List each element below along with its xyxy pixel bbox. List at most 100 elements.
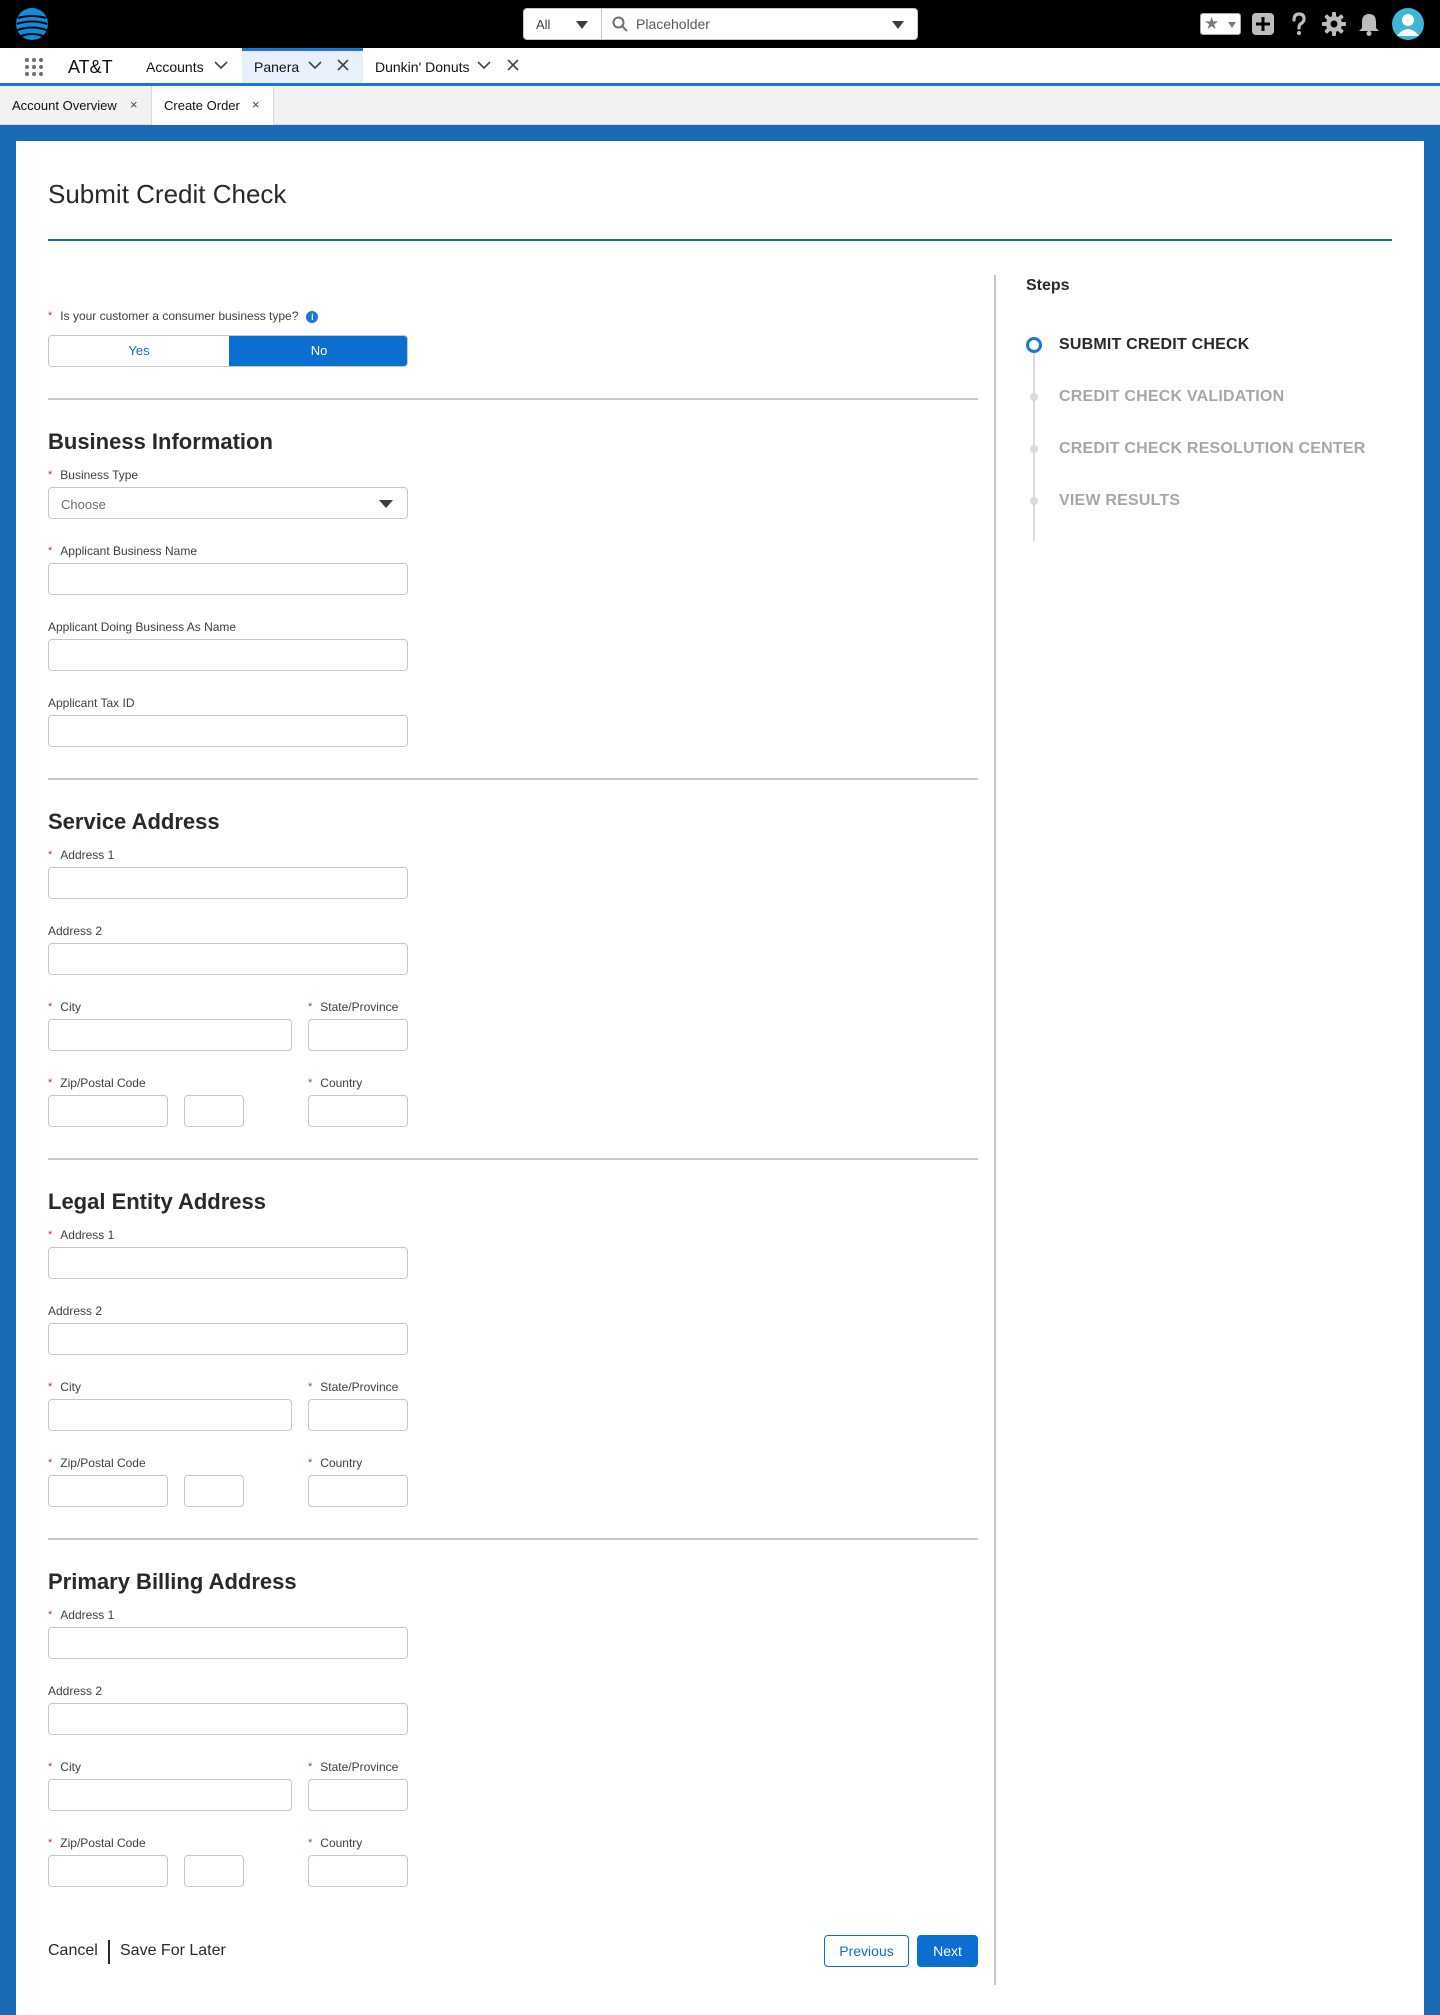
step-view-results[interactable]: VIEW RESULTS — [1059, 492, 1180, 510]
favorites-button[interactable]: ★ — [1200, 13, 1241, 35]
billing-country-input[interactable] — [308, 1855, 408, 1887]
chevron-down-icon[interactable] — [477, 60, 491, 70]
required-marker: * — [48, 1837, 53, 1849]
service-country-input[interactable] — [308, 1095, 408, 1127]
add-icon[interactable] — [1250, 11, 1276, 37]
required-marker: * — [48, 849, 53, 861]
legal-address2-label: Address 2 — [48, 1304, 103, 1318]
legal-address2-input[interactable] — [48, 1323, 408, 1355]
required-marker: * — [308, 1457, 313, 1469]
bell-icon[interactable] — [1356, 11, 1382, 37]
help-icon[interactable] — [1286, 11, 1312, 37]
close-icon[interactable] — [506, 58, 520, 72]
toggle-yes-button[interactable]: Yes — [49, 336, 229, 366]
required-marker: * — [48, 1609, 53, 1621]
service-city-input[interactable] — [48, 1019, 292, 1051]
chevron-down-icon[interactable] — [308, 60, 322, 70]
toggle-no-button[interactable]: No — [229, 336, 407, 366]
subtab-create-order[interactable]: Create Order × — [152, 86, 274, 125]
required-marker: * — [48, 469, 53, 481]
business-type-label: * Business Type — [48, 468, 138, 482]
section-divider — [48, 1158, 978, 1160]
search-input[interactable] — [636, 13, 876, 35]
nav-tab-label: Panera — [254, 59, 300, 75]
close-icon[interactable]: × — [130, 97, 138, 112]
label-text: Zip/Postal Code — [60, 1836, 146, 1850]
legal-zip-extension-input[interactable] — [184, 1475, 244, 1507]
billing-zip-extension-input[interactable] — [184, 1855, 244, 1887]
chevron-down-icon — [576, 21, 588, 29]
label-text: Zip/Postal Code — [60, 1456, 146, 1470]
gear-icon[interactable] — [1321, 11, 1347, 37]
legal-city-input[interactable] — [48, 1399, 292, 1431]
user-avatar-icon[interactable] — [1392, 8, 1424, 40]
section-divider — [48, 778, 978, 780]
service-zip-label: * Zip/Postal Code — [48, 1076, 146, 1090]
step-credit-check-resolution-center[interactable]: CREDIT CHECK RESOLUTION CENTER — [1059, 440, 1365, 458]
cancel-link[interactable]: Cancel — [48, 1942, 98, 1960]
billing-zip-input[interactable] — [48, 1855, 168, 1887]
label-text: Address 1 — [60, 1228, 115, 1242]
info-icon[interactable]: i — [306, 310, 319, 323]
tax-id-input[interactable] — [48, 715, 408, 747]
step-credit-check-validation[interactable]: CREDIT CHECK VALIDATION — [1059, 388, 1284, 406]
required-marker: * — [48, 1001, 53, 1013]
dba-name-label: Applicant Doing Business As Name — [48, 620, 237, 634]
service-address2-input[interactable] — [48, 943, 408, 975]
service-address1-input[interactable] — [48, 867, 408, 899]
label-text: Country — [320, 1076, 363, 1090]
subtab-account-overview[interactable]: Account Overview × — [0, 86, 152, 125]
search-scope-select[interactable]: All — [524, 9, 602, 39]
applicant-business-name-input[interactable] — [48, 563, 408, 595]
legal-zip-input[interactable] — [48, 1475, 168, 1507]
service-country-label: * Country — [308, 1076, 362, 1090]
billing-address1-input[interactable] — [48, 1627, 408, 1659]
steps-title: Steps — [1026, 277, 1070, 294]
service-address-title: Service Address — [48, 809, 220, 834]
dba-name-input[interactable] — [48, 639, 408, 671]
label-text: Zip/Postal Code — [60, 1076, 146, 1090]
label-text: City — [60, 1000, 81, 1014]
consumer-question-label: * Is your customer a consumer business ty… — [48, 309, 319, 323]
label-text: State/Province — [320, 1000, 399, 1014]
step-submit-credit-check[interactable]: SUBMIT CREDIT CHECK — [1059, 336, 1249, 354]
consumer-type-toggle: Yes No — [48, 335, 408, 367]
legal-state-input[interactable] — [308, 1399, 408, 1431]
chevron-down-icon[interactable] — [892, 21, 904, 29]
app-launcher-icon[interactable] — [24, 57, 44, 77]
billing-address2-label: Address 2 — [48, 1684, 103, 1698]
previous-button[interactable]: Previous — [824, 1935, 909, 1967]
billing-state-input[interactable] — [308, 1779, 408, 1811]
legal-address1-input[interactable] — [48, 1247, 408, 1279]
nav-tab-accounts[interactable]: Accounts — [134, 48, 242, 83]
service-state-input[interactable] — [308, 1019, 408, 1051]
service-address1-label: * Address 1 — [48, 848, 114, 862]
consumer-question-text: Is your customer a consumer business typ… — [60, 309, 299, 323]
next-button[interactable]: Next — [917, 1935, 978, 1967]
label-text: State/Province — [320, 1380, 399, 1394]
legal-country-input[interactable] — [308, 1475, 408, 1507]
app-name: AT&T — [68, 57, 113, 77]
service-city-label: * City — [48, 1000, 81, 1014]
label-text: City — [60, 1380, 81, 1394]
service-state-label: * State/Province — [308, 1000, 398, 1014]
nav-tab-panera[interactable]: Panera — [242, 48, 363, 83]
page-title: Submit Credit Check — [48, 179, 287, 209]
legal-state-label: * State/Province — [308, 1380, 398, 1394]
billing-address2-input[interactable] — [48, 1703, 408, 1735]
tax-id-label: Applicant Tax ID — [48, 696, 135, 710]
required-marker: * — [48, 1381, 53, 1393]
business-type-select[interactable]: Choose — [48, 487, 408, 519]
applicant-business-name-label-text: Applicant Business Name — [60, 544, 198, 558]
service-zip-extension-input[interactable] — [184, 1095, 244, 1127]
service-zip-input[interactable] — [48, 1095, 168, 1127]
billing-city-label: * City — [48, 1760, 81, 1774]
nav-tab-dunkin-donuts[interactable]: Dunkin' Donuts — [363, 48, 533, 83]
att-globe-icon[interactable] — [14, 6, 50, 42]
close-icon[interactable] — [336, 58, 350, 72]
chevron-down-icon[interactable] — [214, 60, 228, 70]
save-for-later-link[interactable]: Save For Later — [120, 1942, 226, 1960]
label-text: Country — [320, 1456, 363, 1470]
close-icon[interactable]: × — [252, 97, 260, 112]
billing-city-input[interactable] — [48, 1779, 292, 1811]
